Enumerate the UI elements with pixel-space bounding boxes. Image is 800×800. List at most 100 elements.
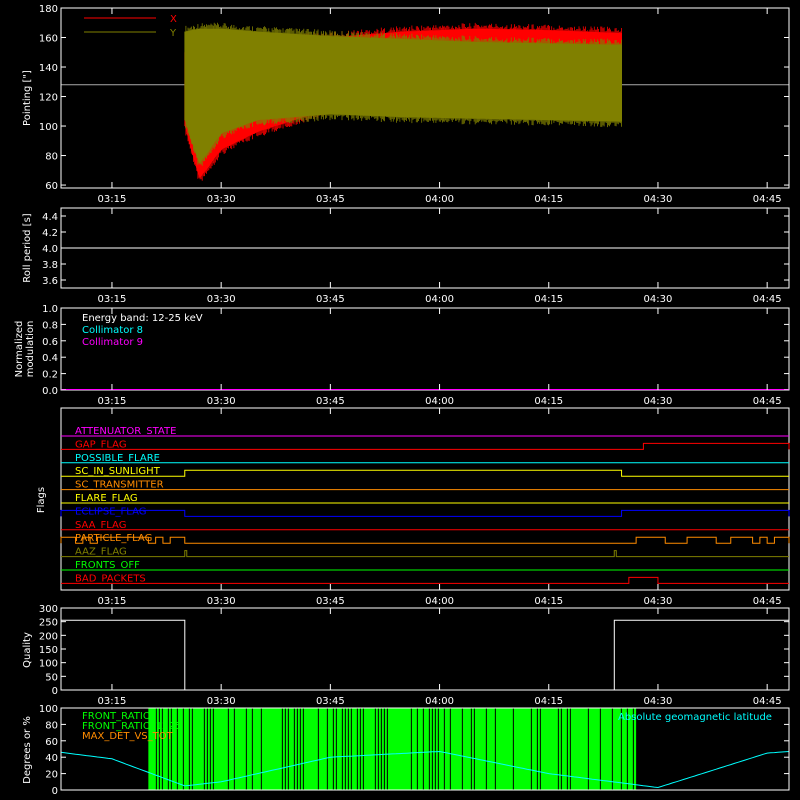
xtick-label: 04:45 [753,294,782,305]
flag-label: SAA_FLAG [75,520,126,531]
ytick-label: 1.0 [42,304,58,315]
xtick-label: 03:45 [316,294,345,305]
ytick-label: 100 [39,122,58,133]
flag-label: GAP_FLAG [75,439,127,450]
flags-panel: ATTENUATOR_STATE GAP_FLAG POSSIBLE_FLARE SC… [36,407,790,607]
legend-label: X [170,14,177,25]
ratio-legend-label: MAX_DET_VS_TOT [82,731,174,742]
ytick-label: 180 [39,4,58,15]
xtick-label: 04:00 [425,396,454,407]
pointing-ylabel: Pointing ["] [22,70,33,126]
quality-yticks: 0 50 100 150 200 250 300 [39,604,789,697]
xtick-label: 03:45 [316,596,345,607]
xtick-label: 04:15 [534,294,563,305]
ytick-label: 60 [45,737,58,748]
collimator9-legend: Collimator 9 [82,337,143,348]
quality-panel: 050100150200250300 03:15 03:30 03:45 04:00 0… [22,604,790,707]
pointing-legend: XY [84,14,177,39]
ytick-label: 0.8 [42,320,58,331]
xtick-label: 04:15 [534,696,563,707]
front-ratio-area [148,708,637,790]
flag-label: POSSIBLE_FLARE [75,453,160,464]
xtick-label: 04:45 [753,596,782,607]
xtick-label: 03:45 [316,696,345,707]
ytick-label: 80 [45,152,58,163]
quality-ylabel: Quality [22,632,33,668]
xtick-label: 04:00 [425,696,454,707]
ytick-label: 300 [39,604,58,615]
flag-label: FLARE_FLAG [75,493,138,504]
ytick-label: 100 [39,659,58,670]
ytick-label: 150 [39,645,58,656]
flag-label: PARTICLE_FLAG [75,533,152,544]
flags-xticks: 03:15 03:30 03:45 04:00 04:15 04:30 04:45 [98,408,782,607]
xtick-label: 03:15 [98,194,127,205]
flag-label: BAD_PACKETS [75,573,146,584]
xtick-label: 03:45 [316,194,345,205]
flags-data: ATTENUATOR_STATE GAP_FLAG POSSIBLE_FLARE SC… [60,426,790,584]
ytick-label: 50 [45,672,58,683]
flag-label: FRONTS_OFF [75,560,140,571]
hessi-quicklook-plot: 60 80 100 120 140 160 180 03:15 03:30 03:45 04:00… [14,4,790,797]
ytick-label: 80 [45,720,58,731]
ytick-label: 60 [45,181,58,192]
flag-line-sc-in-sunlight [61,469,789,477]
pointing-data [61,22,789,181]
ytick-label: 200 [39,631,58,642]
xtick-label: 04:30 [644,596,673,607]
pointing-y-band-spikes [184,22,622,166]
xtick-label: 03:15 [98,696,127,707]
roll-period-xticks: 03:15 03:30 03:45 04:00 04:15 04:30 04:45 [98,208,782,305]
roll-period-ylabel: Roll period [s] [22,213,33,282]
flag-label: SC_TRANSMITTER [75,480,164,491]
xtick-label: 03:15 [98,596,127,607]
xtick-label: 04:45 [753,396,782,407]
legend-label: Y [169,28,177,39]
energy-band-annotation: Energy band: 12-25 keV [82,313,203,324]
ytick-label: 4.0 [42,244,58,255]
ytick-label: 250 [39,618,58,629]
flag-label: AAZ_FLAG [75,547,127,558]
ytick-label: 0.4 [42,353,58,364]
flag-line-bad-packets [61,576,789,584]
xtick-label: 04:00 [425,194,454,205]
flag-line-aaz-flag [61,550,789,558]
xtick-label: 04:30 [644,696,673,707]
ytick-label: 40 [45,753,58,764]
xtick-label: 03:30 [207,596,236,607]
flag-label: ECLIPSE_FLAG [75,506,146,517]
xtick-label: 03:30 [207,294,236,305]
flag-line-gap-flag [61,442,790,450]
collimator8-legend: Collimator 8 [82,325,143,336]
xtick-label: 03:30 [207,696,236,707]
ytick-label: 0.0 [42,386,58,397]
ytick-label: 3.8 [42,260,58,271]
roll-period-yticks: 3.6 3.8 4.0 4.2 4.4 [42,212,789,287]
xtick-label: 04:45 [753,696,782,707]
ytick-label: 0.2 [42,370,58,381]
xtick-label: 04:30 [644,396,673,407]
xtick-label: 04:30 [644,194,673,205]
quality-data [61,619,789,691]
flags-ylabel: Flags [36,487,47,513]
xtick-label: 03:15 [98,294,127,305]
ratio-ylabel: Degrees or % [22,716,33,784]
xtick-label: 03:30 [207,396,236,407]
ratio-panel: 020406080100 Degrees or % FRONT_RATIOFRO… [22,704,790,797]
xtick-label: 04:15 [534,596,563,607]
ytick-label: 4.2 [42,228,58,239]
flag-line-particle-flag [60,536,790,544]
xtick-label: 04:15 [534,194,563,205]
xtick-label: 03:30 [207,194,236,205]
xtick-label: 04:15 [534,396,563,407]
quality-line [61,619,789,691]
modulation-panel: 0.0 0.2 0.4 0.6 0.8 1.0 03:15 03:30 03:45 04:00 0… [14,304,790,407]
flag-line-eclipse-flag [60,509,790,517]
ytick-label: 0 [52,786,58,797]
ytick-label: 140 [39,63,58,74]
xtick-label: 03:45 [316,396,345,407]
ytick-label: 0 [52,686,58,697]
pointing-panel: 60 80 100 120 140 160 180 03:15 03:30 03:45 04:00… [22,4,790,205]
ytick-label: 120 [39,93,58,104]
ytick-label: 160 [39,34,58,45]
